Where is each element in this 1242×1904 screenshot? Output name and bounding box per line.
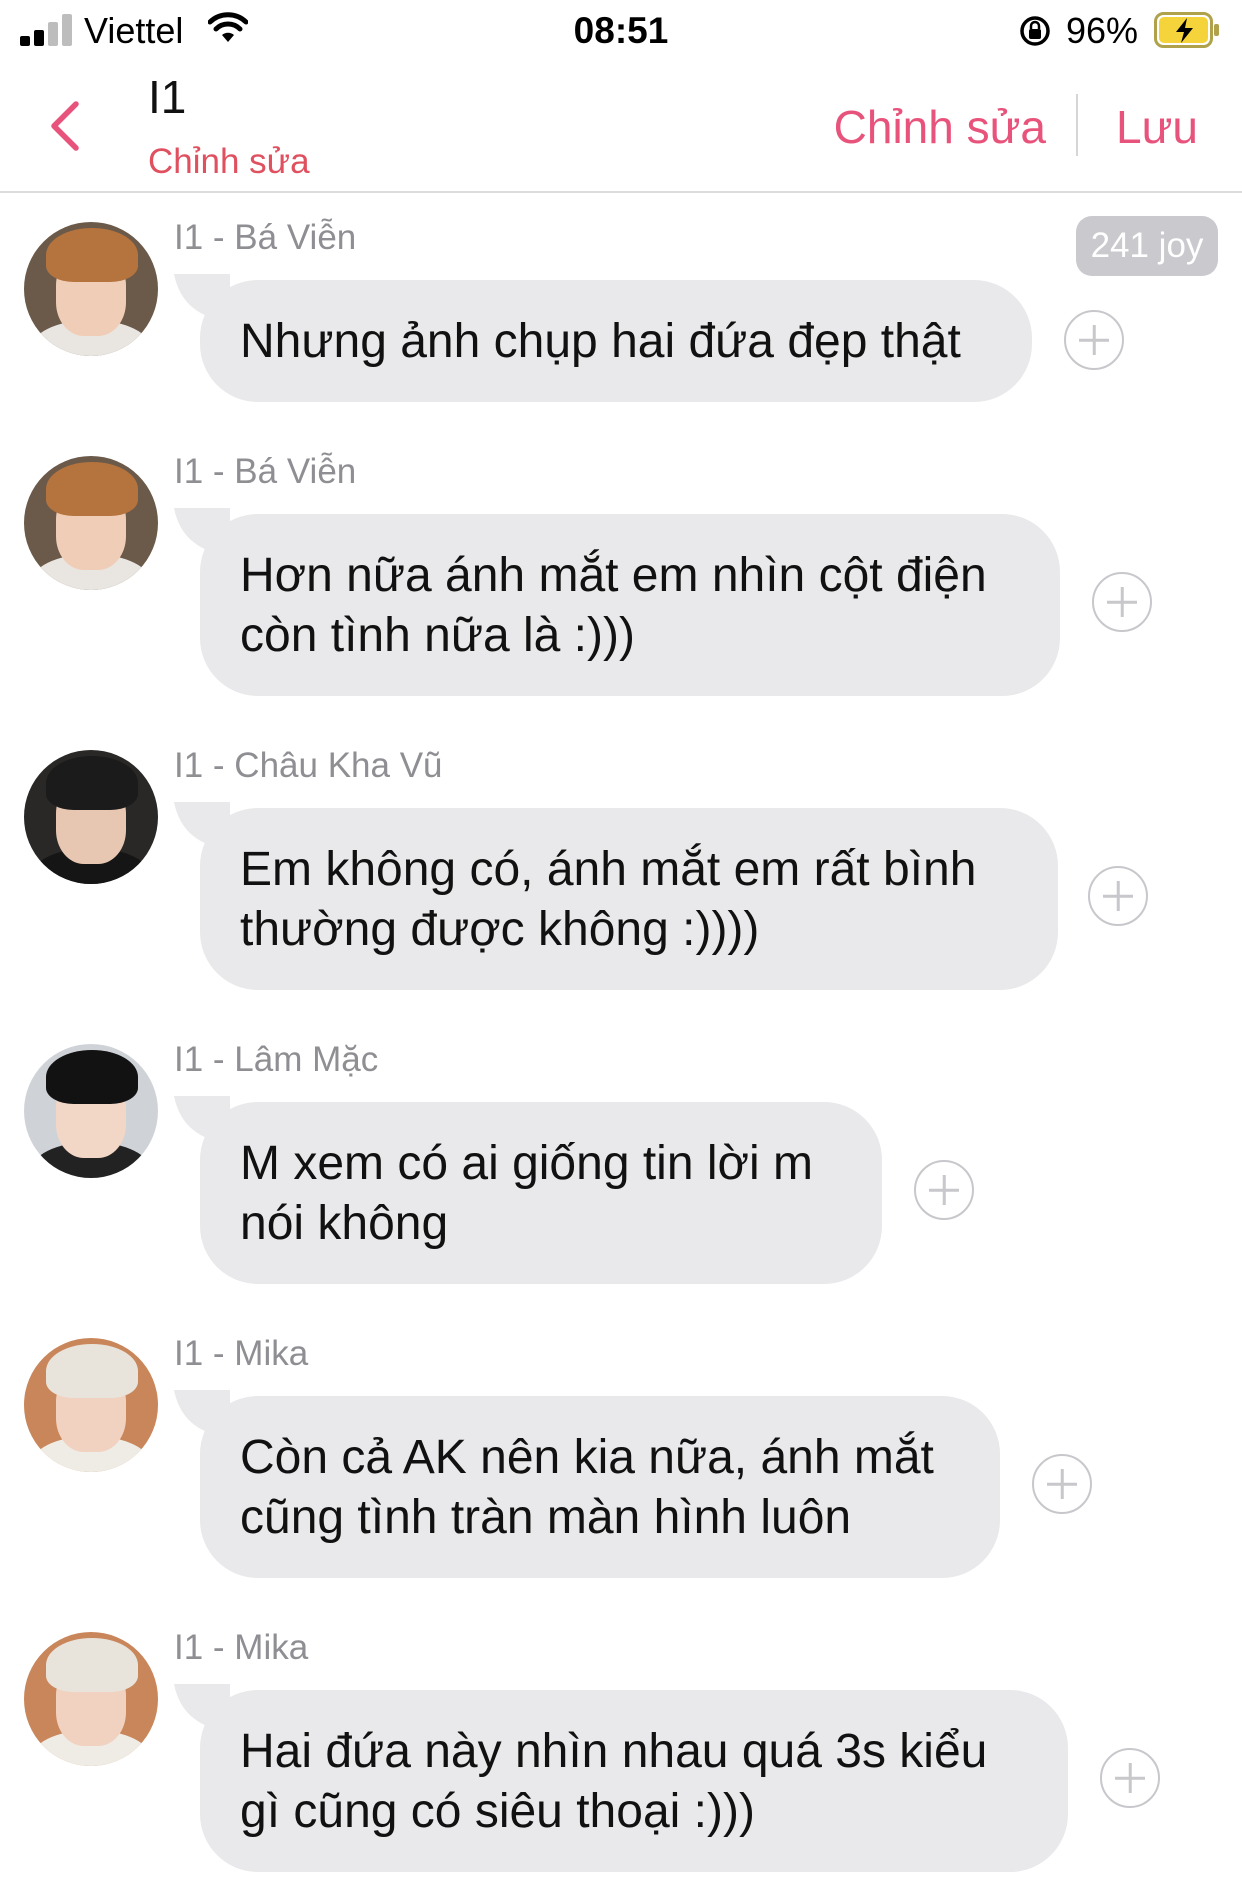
avatar[interactable] — [24, 1338, 158, 1472]
message-bubble[interactable]: Em không có, ánh mắt em rất bình thường … — [200, 808, 1058, 990]
battery-charging-icon — [1154, 12, 1219, 48]
nav-bar: I1 Chỉnh sửa Chỉnh sửa Lưu — [0, 60, 1242, 193]
save-button[interactable]: Lưu — [1116, 100, 1198, 154]
sender-name: I1 - Bá Viễn — [174, 218, 357, 257]
joy-badge: 241 joy — [1076, 216, 1218, 276]
clock: 08:51 — [573, 10, 669, 51]
sender-name: I1 - Mika — [174, 1334, 309, 1373]
add-reaction-icon[interactable] — [914, 1160, 974, 1220]
avatar[interactable] — [24, 750, 158, 884]
message-bubble[interactable]: Hai đứa này nhìn nhau quá 3s kiểu gì cũn… — [200, 1690, 1068, 1872]
sender-name: I1 - Châu Kha Vũ — [174, 746, 443, 785]
status-bar: Viettel 08:51 96% — [0, 0, 1242, 60]
message-bubble[interactable]: Còn cả AK nên kia nữa, ánh mắt cũng tình… — [200, 1396, 1000, 1578]
chat-subtitle: Chỉnh sửa — [148, 142, 310, 181]
add-reaction-icon[interactable] — [1100, 1748, 1160, 1808]
rotation-lock-icon — [1020, 16, 1050, 46]
avatar[interactable] — [24, 456, 158, 590]
add-reaction-icon[interactable] — [1032, 1454, 1092, 1514]
edit-button[interactable]: Chỉnh sửa — [834, 100, 1046, 154]
avatar[interactable] — [24, 1632, 158, 1766]
avatar[interactable] — [24, 1044, 158, 1178]
sender-name: I1 - Mika — [174, 1628, 309, 1667]
avatar[interactable] — [24, 222, 158, 356]
battery-percent: 96% — [1066, 10, 1139, 51]
message-bubble[interactable]: M xem có ai giống tin lời m nói không — [200, 1102, 882, 1284]
message-bubble[interactable]: Nhưng ảnh chụp hai đứa đẹp thật — [200, 280, 1032, 402]
sender-name: I1 - Lâm Mặc — [174, 1040, 379, 1079]
chat-title: I1 — [148, 71, 187, 123]
add-reaction-icon[interactable] — [1064, 310, 1124, 370]
message-bubble[interactable]: Hơn nữa ánh mắt em nhìn cột điện còn tìn… — [200, 514, 1060, 696]
back-chevron-icon[interactable] — [42, 98, 88, 154]
add-reaction-icon[interactable] — [1088, 866, 1148, 926]
add-reaction-icon[interactable] — [1092, 572, 1152, 632]
nav-divider — [1076, 94, 1078, 156]
sender-name: I1 - Bá Viễn — [174, 452, 357, 491]
